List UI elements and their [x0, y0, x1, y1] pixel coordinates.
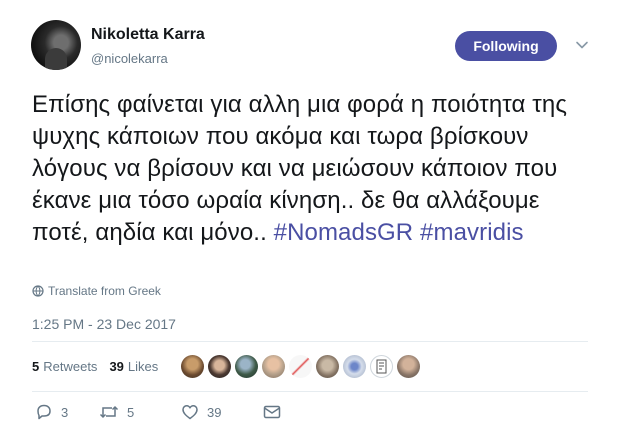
- retweets-stat[interactable]: 5 Retweets: [32, 359, 97, 374]
- likes-count: 39: [109, 359, 124, 374]
- retweet-count: 5: [127, 404, 135, 420]
- liker-avatar[interactable]: [397, 355, 420, 378]
- liker-avatar[interactable]: [208, 355, 231, 378]
- liker-avatar[interactable]: [343, 355, 366, 378]
- hashtag-link[interactable]: #mavridis: [420, 219, 524, 246]
- tweet-timestamp[interactable]: 1:25 PM - 23 Dec 2017: [32, 316, 176, 332]
- retweets-count: 5: [32, 359, 40, 374]
- divider: [32, 341, 588, 342]
- reply-button[interactable]: 3: [35, 404, 99, 420]
- translate-link[interactable]: Translate from Greek: [32, 284, 161, 298]
- author-display-name[interactable]: Nikoletta Karra: [91, 26, 205, 44]
- engagement-stats: 5 Retweets 39 Likes: [32, 359, 158, 374]
- retweets-label: Retweets: [43, 359, 98, 374]
- liker-avatar[interactable]: [181, 355, 204, 378]
- liker-avatar[interactable]: [316, 355, 339, 378]
- tweet-actions: 3 5 39: [35, 404, 289, 420]
- liker-avatar[interactable]: [235, 355, 258, 378]
- author-handle[interactable]: @nicolekarra: [91, 51, 168, 66]
- direct-message-button[interactable]: [263, 405, 289, 419]
- globe-icon: [32, 285, 44, 297]
- liker-avatar[interactable]: [289, 355, 312, 378]
- translate-label: Translate from Greek: [48, 284, 161, 298]
- liker-avatars: [181, 355, 420, 378]
- author-avatar[interactable]: [31, 20, 81, 70]
- reply-icon: [37, 404, 51, 420]
- likes-stat[interactable]: 39 Likes: [109, 359, 158, 374]
- card-icon: [376, 359, 387, 374]
- hashtag-link[interactable]: #NomadsGR: [274, 219, 414, 246]
- reply-count: 3: [61, 404, 69, 420]
- like-button[interactable]: 39: [181, 404, 263, 420]
- retweet-icon: [99, 405, 119, 419]
- envelope-icon: [263, 405, 281, 419]
- following-button[interactable]: Following: [455, 31, 557, 61]
- likes-label: Likes: [127, 359, 159, 374]
- divider: [32, 391, 588, 392]
- heart-icon: [182, 405, 198, 420]
- like-count: 39: [207, 404, 222, 420]
- liker-avatar[interactable]: [262, 355, 285, 378]
- chevron-down-icon[interactable]: [575, 38, 589, 52]
- liker-avatar[interactable]: [370, 355, 393, 378]
- retweet-button[interactable]: 5: [99, 404, 181, 420]
- tweet-text: Επίσης φαίνεται για αλλη μια φορά η ποιό…: [32, 89, 592, 249]
